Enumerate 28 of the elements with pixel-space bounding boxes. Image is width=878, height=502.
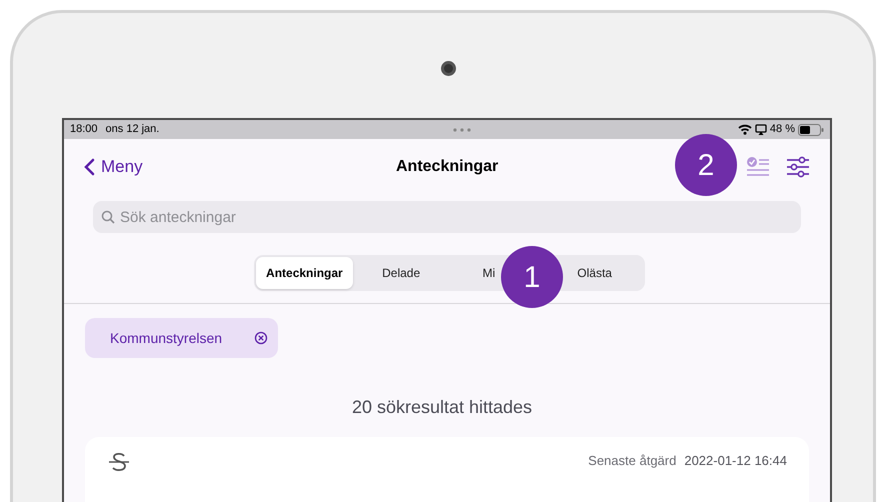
- battery-percentage: 48 %: [770, 122, 795, 138]
- search-field[interactable]: Sök anteckningar: [93, 201, 801, 233]
- battery-icon: [798, 124, 824, 136]
- search-icon: [101, 210, 115, 224]
- wifi-icon: [738, 124, 752, 135]
- note-card[interactable]: Senaste åtgärd 2022-01-12 16:44: [85, 437, 809, 502]
- camera-icon: [441, 61, 456, 76]
- segment-tab[interactable]: Anteckningar: [256, 257, 353, 289]
- more-dots-icon: [453, 128, 472, 132]
- callout-badge: 1: [501, 246, 563, 308]
- chevron-left-icon: [84, 158, 95, 176]
- back-button[interactable]: Meny: [84, 154, 143, 180]
- result-count: 20 sökresultat hittades: [352, 396, 532, 419]
- screen-mirroring-icon: [754, 124, 767, 135]
- callout-badge: 2: [675, 134, 737, 196]
- strikethrough-icon: [107, 451, 131, 473]
- last-action-time: 2022-01-12 16:44: [684, 452, 787, 470]
- segment-tab[interactable]: Olästa: [575, 257, 614, 289]
- segment-tab[interactable]: Delade: [380, 257, 422, 289]
- remove-icon[interactable]: [254, 331, 268, 345]
- status-time: 18:00: [70, 122, 98, 138]
- nav-title: Anteckningar: [396, 157, 498, 177]
- status-date: ons 12 jan.: [106, 122, 160, 138]
- checklist-icon[interactable]: [746, 156, 770, 178]
- segment-tab[interactable]: Mi: [480, 257, 498, 289]
- settings-sliders-icon[interactable]: [786, 156, 810, 178]
- last-action-label: Senaste åtgärd: [588, 452, 676, 470]
- filter-chip[interactable]: Kommunstyrelsen: [85, 318, 278, 358]
